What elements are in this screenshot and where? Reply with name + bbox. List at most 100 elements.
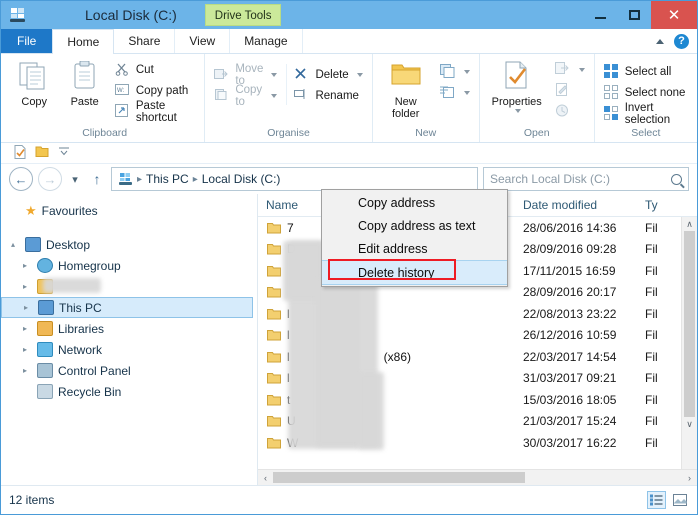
chevron-down-icon[interactable] [271,73,278,77]
vertical-scroll-thumb[interactable] [684,231,695,417]
new-folder-button-label-line1: New [394,96,417,108]
properties-small-icon[interactable] [13,145,29,161]
computer-icon [118,172,133,186]
close-button[interactable]: ✕ [651,1,697,29]
select-all-button[interactable]: Select all [601,63,691,81]
copy-path-button[interactable]: W: Copy path [112,82,198,100]
network-icon [37,342,53,357]
copy-button[interactable]: Copy [11,59,57,108]
table-row[interactable]: W 30/03/2017 16:22 Fil [258,432,697,454]
maximize-button[interactable] [617,1,651,29]
horizontal-scrollbar[interactable]: ‹ › [258,469,697,485]
large-icons-view-icon[interactable] [670,491,689,509]
invert-selection-icon [603,106,620,122]
expander[interactable]: ▸ [23,282,32,291]
table-row[interactable]: l 31/03/2017 09:21 Fil [258,368,697,390]
table-row[interactable]: l 22/08/2013 23:22 Fil [258,303,697,325]
horizontal-scroll-thumb[interactable] [273,472,525,483]
breadcrumb-this-pc[interactable]: This PC [146,172,189,186]
cut-button-label: Cut [135,64,154,76]
tab-home[interactable]: Home [52,29,115,54]
table-row[interactable]: U 21/03/2017 15:24 Fil [258,411,697,433]
table-row[interactable]: l 26/12/2016 10:59 Fil [258,325,697,347]
sidebar-item-libraries[interactable]: ▸ Libraries [1,318,257,339]
table-row[interactable]: t 15/03/2016 18:05 Fil [258,389,697,411]
sidebar-item-favourites[interactable]: ★ Favourites [1,200,257,221]
ribbon-group-select: Select all Select none Invert selection … [595,54,697,142]
vertical-scrollbar[interactable]: ∧ ∨ [681,217,697,469]
sidebar-item-user-folder[interactable]: ▸ [1,276,257,297]
new-folder-button[interactable]: New folder [379,59,433,120]
address-bar-context-menu[interactable]: Copy address Copy address as text Edit a… [321,189,508,287]
new-item-button[interactable] [437,63,473,81]
properties-button[interactable]: Properties [486,59,548,113]
up-button[interactable]: ↑ [88,168,106,190]
help-icon[interactable]: ? [674,33,689,49]
sidebar-item-desktop[interactable]: ▴ Desktop [1,234,257,255]
chevron-up-icon[interactable] [656,38,664,44]
expander[interactable]: ▸ [23,366,32,375]
forward-button[interactable]: → [38,167,62,191]
chevron-down-icon[interactable] [515,109,522,113]
new-folder-small-icon[interactable] [35,145,51,161]
open-button[interactable] [552,61,588,79]
sidebar-item-control-panel[interactable]: ▸ Control Panel [1,360,257,381]
tab-file[interactable]: File [1,29,53,53]
expander[interactable]: ▸ [24,303,33,312]
chevron-down-icon[interactable] [356,73,363,77]
sidebar-item-homegroup[interactable]: ▸ Homegroup [1,255,257,276]
details-view-icon[interactable] [647,491,666,509]
customize-dropdown-icon[interactable] [57,145,73,161]
copy-to-button[interactable]: Copy to [211,84,280,108]
delete-button[interactable]: Delete [291,66,365,84]
minimize-button[interactable] [583,1,617,29]
context-menu-item-edit-address[interactable]: Edit address [322,237,507,260]
move-to-button[interactable]: Move to [211,63,280,87]
invert-selection-button[interactable]: Invert selection [601,102,691,126]
contextual-tab-drive-tools[interactable]: Drive Tools [204,4,282,26]
chevron-down-icon[interactable] [463,70,470,74]
back-button[interactable]: ← [9,167,33,191]
context-menu-item-delete-history[interactable]: Delete history [322,260,507,285]
sidebar-item-this-pc[interactable]: ▸ This PC [1,297,253,318]
tab-manage[interactable]: Manage [230,29,303,53]
edit-button[interactable] [552,82,588,100]
select-none-button[interactable]: Select none [601,84,691,102]
context-menu-item-copy-address-as-text[interactable]: Copy address as text [322,214,507,237]
scroll-up-button[interactable]: ∧ [686,217,693,231]
table-row[interactable]: l (x86) 22/03/2017 14:54 Fil [258,346,697,368]
paste-button[interactable]: Paste [61,59,107,108]
expander[interactable]: ▸ [23,324,32,333]
recent-locations-button[interactable]: ▾ [67,168,83,190]
magnifier-icon[interactable] [671,173,682,185]
column-header-type[interactable]: Ty [645,198,697,212]
easy-access-button[interactable] [437,84,473,102]
rename-button[interactable]: Rename [291,87,365,105]
scroll-down-button[interactable]: ∨ [686,417,693,431]
expander[interactable]: ▴ [11,240,20,249]
scroll-right-button[interactable]: › [682,473,697,483]
history-icon [555,104,571,120]
file-date-cell: 28/09/2016 20:17 [523,285,617,300]
breadcrumb[interactable]: ▸ This PC ▸ Local Disk (C:) [111,167,478,191]
breadcrumb-local-disk[interactable]: Local Disk (C:) [202,172,281,186]
expander[interactable]: ▸ [23,345,32,354]
file-name-label: l [287,306,290,321]
context-menu-item-copy-address[interactable]: Copy address [322,191,507,214]
search-box[interactable]: Search Local Disk (C:) [483,167,689,191]
cut-button[interactable]: Cut [112,61,198,79]
sidebar-item-network[interactable]: ▸ Network [1,339,257,360]
chevron-down-icon[interactable] [463,91,470,95]
chevron-down-icon[interactable] [271,94,278,98]
tab-view[interactable]: View [175,29,231,53]
scroll-left-button[interactable]: ‹ [258,473,273,483]
tab-share[interactable]: Share [114,29,176,53]
expander[interactable]: ▸ [23,261,32,270]
homegroup-icon [37,258,53,273]
sidebar-item-recycle-bin[interactable]: Recycle Bin [1,381,257,402]
ribbon-group-label-open: Open [523,127,550,139]
paste-shortcut-button[interactable]: Paste shortcut [112,100,198,124]
column-header-date-modified[interactable]: Date modified [523,198,645,212]
chevron-down-icon[interactable] [578,68,585,72]
history-button[interactable] [552,103,588,121]
